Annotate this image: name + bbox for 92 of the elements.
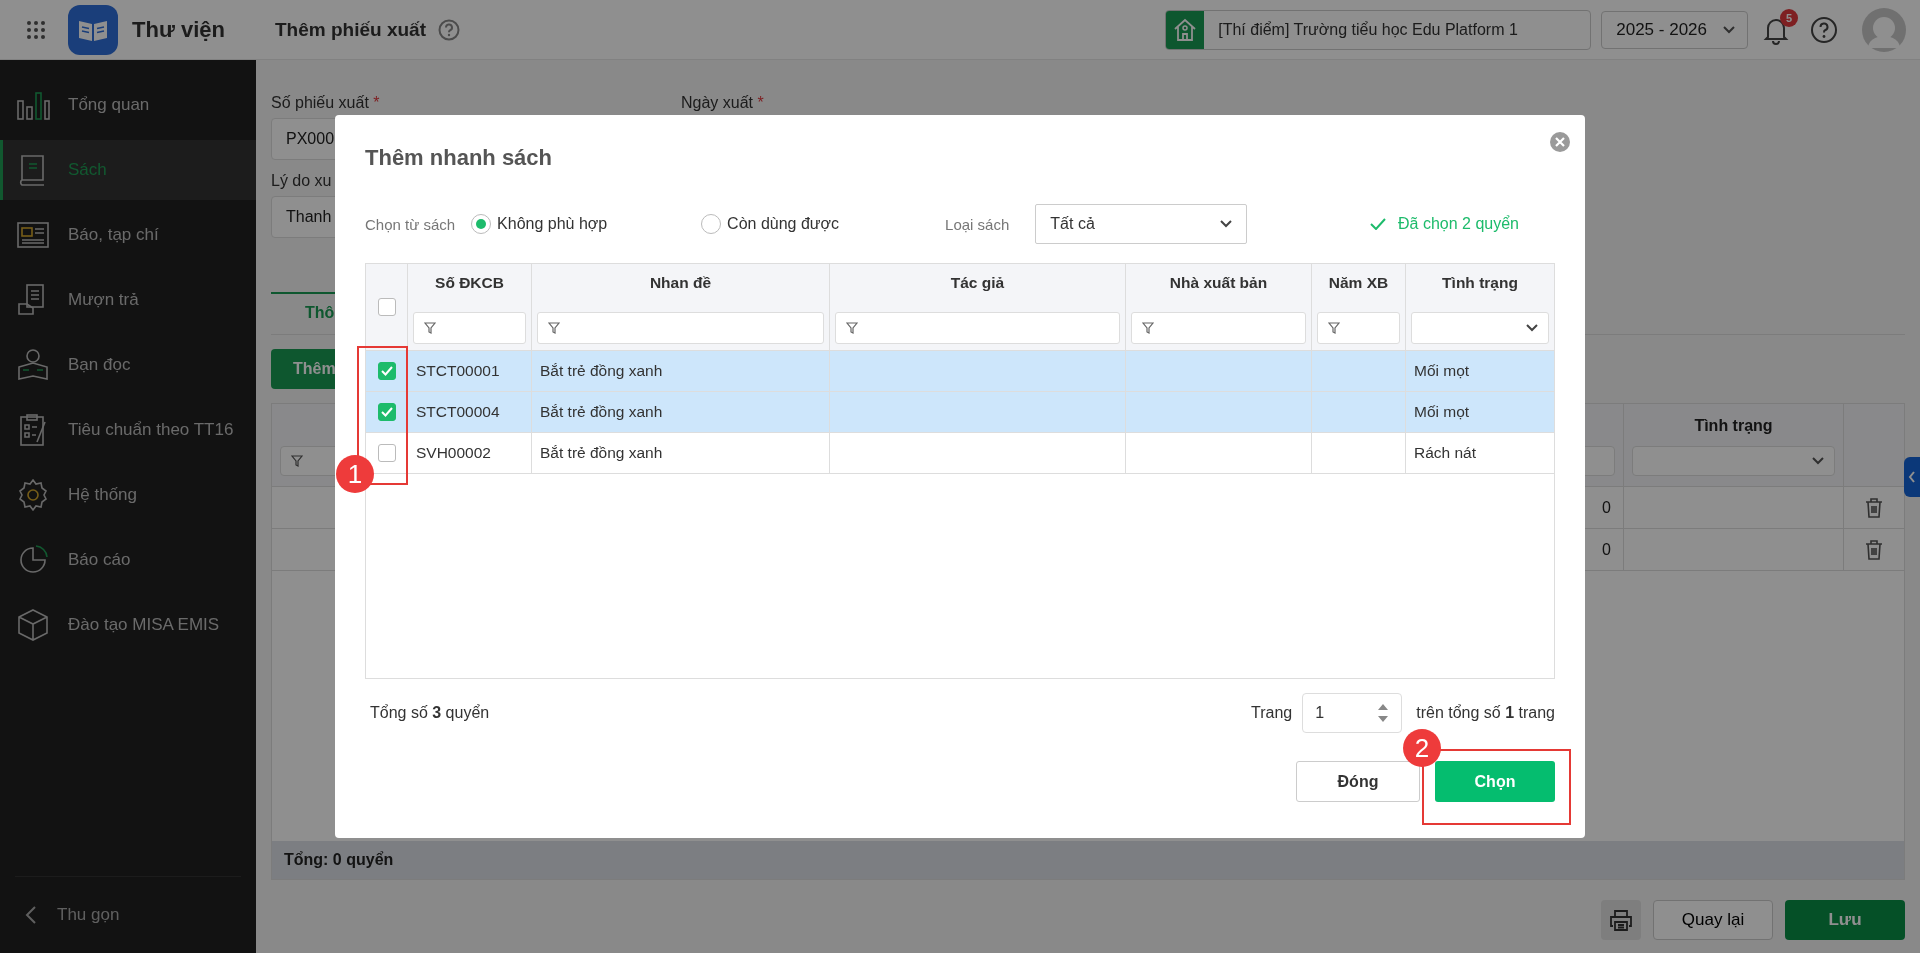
filter-field[interactable] xyxy=(835,312,1120,344)
avatar-icon[interactable] xyxy=(1862,7,1906,52)
column-header: Tình trạng xyxy=(1693,416,1774,436)
table-cell: Bắt trẻ đồng xanh xyxy=(540,403,663,421)
help-icon[interactable] xyxy=(1810,15,1838,44)
chevron-down-icon xyxy=(1812,457,1824,465)
column-header: Nhà xuất bản xyxy=(1168,273,1269,293)
checkbox[interactable] xyxy=(377,444,396,462)
book-type-label: Loại sách xyxy=(945,215,1010,233)
page-total: trên tổng số 1 trang xyxy=(1416,704,1555,722)
chevron-down-icon xyxy=(1723,25,1735,34)
save-button[interactable]: Lưu xyxy=(1785,900,1905,940)
checkbox[interactable] xyxy=(377,298,396,316)
book-type-select[interactable]: Tất cả xyxy=(1035,204,1248,244)
trash-icon[interactable] xyxy=(1865,497,1883,518)
table-cell: Bắt trẻ đồng xanh xyxy=(540,444,663,462)
table-cell: Mối mọt xyxy=(1414,403,1470,421)
filter-select[interactable] xyxy=(1411,312,1549,344)
page-label: Trang xyxy=(1251,704,1293,722)
source-label: Chọn từ sách xyxy=(365,215,456,233)
sidebar-item[interactable]: Tổng quan xyxy=(0,75,256,135)
radio-option[interactable]: Còn dùng được xyxy=(701,214,916,234)
help-icon[interactable] xyxy=(437,18,460,41)
column-header: Số ĐKCB xyxy=(434,273,505,293)
field-label: Lý do xu xyxy=(271,172,333,190)
chevron-down-icon xyxy=(1220,220,1233,228)
selected-count: Đã chọn 2 quyển xyxy=(1398,215,1519,233)
total-text: Tổng: 0 quyển xyxy=(284,851,394,869)
field-label: Ngày xuất * xyxy=(681,94,765,112)
check-icon xyxy=(1370,218,1386,230)
chevron-down-icon xyxy=(1526,324,1538,332)
table-cell: SVH00002 xyxy=(416,444,491,462)
book-logo-icon xyxy=(68,4,118,55)
filter-field[interactable] xyxy=(1317,312,1400,344)
trash-icon[interactable] xyxy=(1865,539,1883,560)
page-title: Thêm phiếu xuất xyxy=(275,18,426,41)
school-year-select[interactable]: 2025 - 2026 xyxy=(1601,10,1748,49)
filter-icon xyxy=(1328,322,1340,334)
sidebar-item[interactable]: Báo cáo xyxy=(0,530,256,590)
notification-badge: 5 xyxy=(1780,8,1798,27)
total-count: Tổng số 3 quyển xyxy=(370,704,490,722)
check-icon xyxy=(380,407,393,417)
print-button[interactable] xyxy=(1601,900,1641,940)
step-marker: 2 xyxy=(1403,729,1441,767)
filter-field[interactable] xyxy=(413,312,526,344)
sidebar-item[interactable]: Mượn trả xyxy=(0,270,256,330)
close-icon[interactable] xyxy=(1549,131,1571,153)
collapse-button[interactable]: Thu gọn xyxy=(15,876,241,953)
printer-icon xyxy=(1609,909,1633,931)
check-icon xyxy=(380,366,393,376)
school-selector[interactable]: [Thí điểm] Trường tiểu học Edu Platform 1 xyxy=(1165,9,1592,50)
column-header: Tình trạng xyxy=(1441,273,1519,293)
filter-icon xyxy=(548,322,560,334)
chevron-left-icon xyxy=(25,905,37,925)
filter-field[interactable] xyxy=(537,312,824,344)
column-header: Nhan đề xyxy=(648,273,713,293)
table-cell: Mối mọt xyxy=(1414,362,1470,380)
page-input[interactable]: 1 xyxy=(1302,693,1403,733)
back-button[interactable]: Quay lại xyxy=(1653,900,1773,940)
spinner-icon[interactable] xyxy=(1377,702,1390,724)
sidebar-item[interactable]: Hệ thống xyxy=(0,465,256,525)
column-header: Năm XB xyxy=(1327,273,1390,293)
filter-icon xyxy=(291,455,303,467)
status-filter-select[interactable] xyxy=(1632,446,1835,476)
cube-icon xyxy=(15,607,51,643)
choose-button[interactable]: Chọn xyxy=(1435,761,1555,802)
sidebar-item[interactable]: Sách xyxy=(0,140,256,200)
table-cell: Rách nát xyxy=(1414,444,1477,462)
app-name: Thư viện xyxy=(132,16,226,43)
checkbox[interactable] xyxy=(377,362,396,380)
radio-option[interactable]: Không phù hợp xyxy=(471,214,686,234)
checkbox[interactable] xyxy=(377,403,396,421)
panel-toggle[interactable] xyxy=(1904,457,1920,497)
step-marker: 1 xyxy=(336,455,374,493)
table-cell: Bắt trẻ đồng xanh xyxy=(540,362,663,380)
dialog-title: Thêm nhanh sách xyxy=(365,145,554,171)
reader-icon xyxy=(15,347,51,383)
filter-icon xyxy=(846,322,858,334)
sidebar-item[interactable]: Đào tạo MISA EMIS xyxy=(0,595,256,655)
app-grid-icon[interactable] xyxy=(26,19,46,40)
chevron-left-icon xyxy=(1908,471,1916,483)
sidebar-item[interactable]: Tiêu chuẩn theo TT16 xyxy=(0,400,256,460)
sidebar-item[interactable]: Bạn đọc xyxy=(0,335,256,395)
field-label: Số phiếu xuất * xyxy=(271,94,381,112)
close-button[interactable]: Đóng xyxy=(1296,761,1420,802)
filter-icon xyxy=(424,322,436,334)
column-header: Tác giả xyxy=(949,273,1006,293)
sidebar-item[interactable]: Báo, tạp chí xyxy=(0,205,256,265)
table-cell: STCT00004 xyxy=(416,403,500,421)
filter-field[interactable] xyxy=(1131,312,1306,344)
filter-icon xyxy=(1142,322,1154,334)
table-cell: STCT00001 xyxy=(416,362,500,380)
